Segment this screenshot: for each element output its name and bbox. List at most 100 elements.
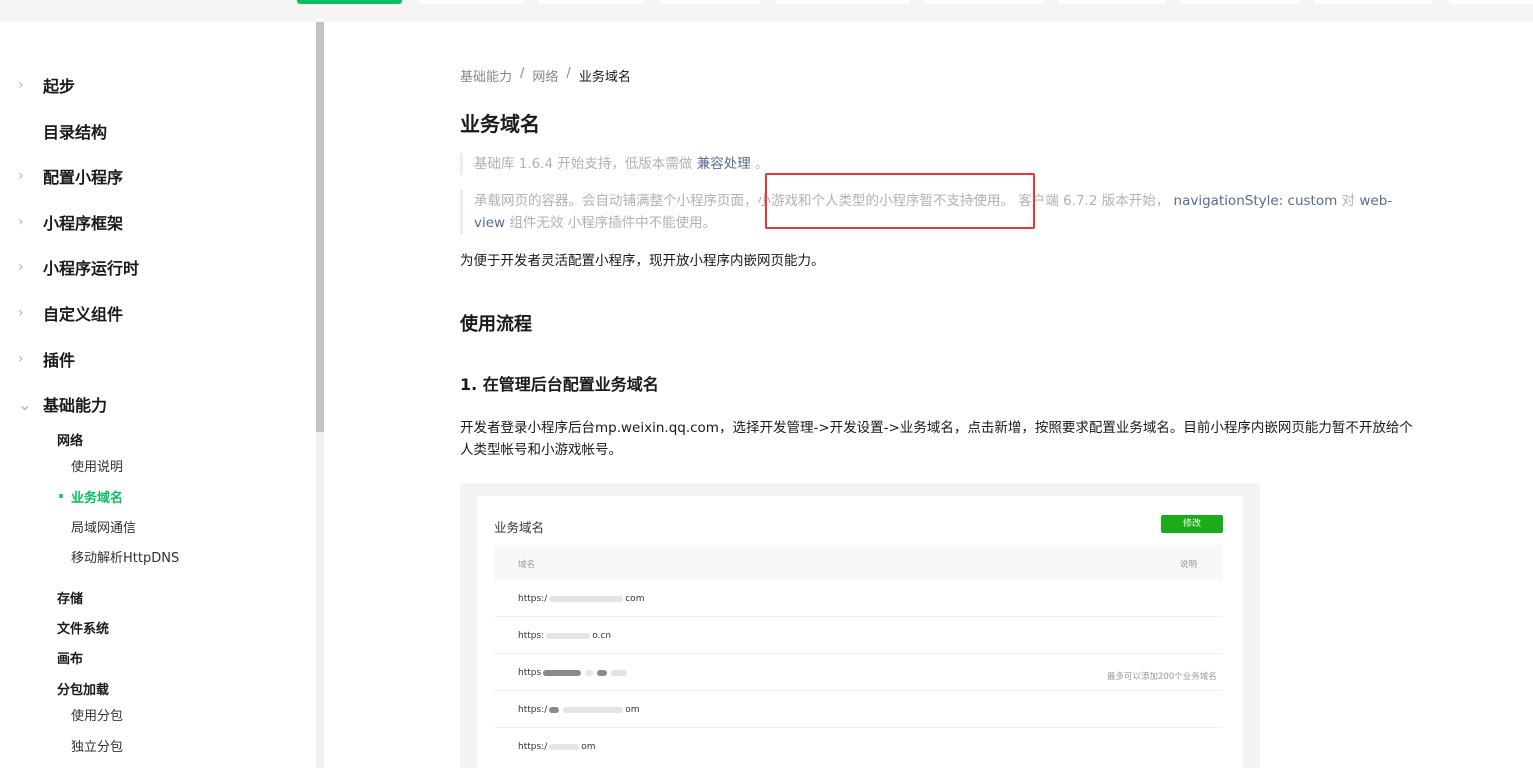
step-paragraph: 开发者登录小程序后台mp.weixin.qq.com，选择开发管理->开发设置-… (460, 420, 1413, 458)
chevron-right-icon: › (18, 351, 24, 367)
domain-suffix: om (625, 705, 640, 715)
top-nav-bar (0, 0, 1533, 22)
blurred-domain (611, 670, 628, 676)
sidebar-group-canvas[interactable]: 画布 (57, 648, 83, 667)
blurred-domain (597, 670, 608, 676)
sidebar-item-config[interactable]: › 配置小程序 (0, 164, 123, 188)
blurred-domain (546, 633, 591, 639)
domain-prefix: https: (518, 631, 545, 641)
breadcrumb: 基础能力 / 网络 / 业务域名 (460, 66, 631, 85)
row-divider (494, 727, 1223, 728)
sidebar-nav: › 起步 目录结构 › 配置小程序 › 小程序框架 › 小程序运行时 › 自定义… (0, 22, 316, 768)
blurred-domain (549, 596, 624, 602)
sidebar-item-plugin[interactable]: › 插件 (0, 347, 75, 371)
blurred-domain (563, 707, 624, 713)
table-row: https: o.cn (518, 631, 611, 641)
breadcrumb-item-basic[interactable]: 基础能力 (460, 66, 512, 85)
blurred-domain (549, 707, 560, 713)
top-tab[interactable] (418, 0, 523, 4)
column-header-domain: 域名 (518, 560, 536, 570)
sidebar-item-directory[interactable]: 目录结构 (0, 119, 107, 143)
note-text: 对 (1337, 193, 1360, 209)
breadcrumb-item-network[interactable]: 网络 (532, 66, 558, 85)
code-navigation-style: navigationStyle: custom (1173, 193, 1338, 209)
top-tab[interactable] (925, 0, 1043, 4)
version-note: 基础库 1.6.4 开始支持，低版本需做 兼容处理 。 (460, 153, 1220, 175)
sidebar-item-usage[interactable]: 使用说明 (71, 456, 123, 475)
sidebar-item-label: 自定义组件 (43, 305, 124, 324)
sidebar-scrollbar-track[interactable] (316, 432, 324, 768)
sidebar-scrollbar-thumb[interactable] (316, 22, 324, 432)
table-row: https:/ om (518, 742, 596, 752)
domain-limit-note: 最多可以添加200个业务域名 (1107, 672, 1217, 682)
top-tab[interactable] (776, 0, 909, 4)
row-divider (494, 690, 1223, 691)
intro-paragraph: 为便于开发者灵活配置小程序，现开放小程序内嵌网页能力。 (460, 253, 825, 269)
domain-prefix: https (518, 668, 542, 678)
sidebar-item-label: 基础能力 (43, 396, 108, 415)
sidebar-item-label: 插件 (43, 351, 76, 370)
domain-suffix: com (625, 594, 645, 604)
chevron-right-icon: › (18, 305, 24, 321)
sidebar-item-start[interactable]: › 起步 (0, 73, 75, 97)
section-title: 使用流程 (460, 314, 532, 335)
chevron-right-icon: › (18, 259, 24, 275)
top-tab[interactable] (1059, 0, 1165, 4)
screenshot-card-title: 业务域名 (494, 520, 545, 535)
breadcrumb-item-current: 业务域名 (578, 70, 631, 85)
chevron-right-icon: › (18, 168, 24, 184)
chevron-down-icon: ⌄ (18, 394, 32, 414)
sidebar-group-network[interactable]: 网络 (57, 430, 83, 449)
blurred-domain (543, 670, 582, 676)
domain-suffix: o.cn (592, 631, 612, 641)
note-text-end: 。 (750, 156, 769, 172)
chevron-right-icon: › (18, 214, 24, 230)
sidebar-item-lan[interactable]: 局域网通信 (71, 517, 136, 536)
column-header-desc: 说明 (1179, 560, 1197, 570)
sidebar-item-httpdns[interactable]: 移动解析HttpDNS (71, 547, 179, 566)
sidebar-item-label: 小程序运行时 (43, 259, 140, 278)
note-text: 客户端 6.7.2 版本开始， (1014, 193, 1174, 209)
sidebar-item-label: 起步 (43, 77, 76, 96)
domain-prefix: https:/ (518, 594, 548, 604)
note-text: 基础库 1.6.4 开始支持，低版本需做 (474, 156, 697, 172)
domain-prefix: https:/ (518, 705, 548, 715)
top-tab[interactable] (1181, 0, 1299, 4)
blurred-domain (549, 744, 580, 750)
sidebar-item-business-domain[interactable]: 业务域名 (58, 487, 123, 506)
sidebar-item-basic-ability[interactable]: ⌄ 基础能力 (0, 392, 107, 416)
sidebar-item-label: 目录结构 (43, 123, 108, 142)
table-header: 域名 说明 (494, 545, 1223, 581)
sidebar-item-independent-subpackage[interactable]: 独立分包 (71, 736, 123, 755)
top-tab[interactable] (660, 0, 760, 4)
note-text: 组件无效 小程序插件中不能使用。 (505, 215, 717, 231)
sidebar-group-storage[interactable]: 存储 (57, 588, 83, 607)
breadcrumb-separator: / (520, 66, 525, 81)
top-tab-active[interactable] (297, 0, 402, 4)
row-divider (494, 616, 1223, 617)
red-highlight-box (765, 173, 1035, 229)
edit-button: 修改 (1161, 515, 1223, 533)
sidebar-item-label: 配置小程序 (43, 168, 124, 187)
sidebar-item-use-subpackage[interactable]: 使用分包 (71, 705, 123, 724)
sidebar-item-runtime[interactable]: › 小程序运行时 (0, 255, 139, 279)
sidebar-group-filesystem[interactable]: 文件系统 (57, 618, 109, 637)
compat-link[interactable]: 兼容处理 (697, 156, 751, 172)
sidebar-item-custom-component[interactable]: › 自定义组件 (0, 301, 123, 325)
table-row: https:/ om (518, 705, 640, 715)
step-title: 1. 在管理后台配置业务域名 (460, 375, 659, 394)
blurred-domain (585, 670, 594, 676)
domain-prefix: https:/ (518, 742, 548, 752)
embedded-screenshot: 业务域名 修改 域名 说明 https:/ com https: o.cn ht… (460, 483, 1260, 768)
table-row: https (518, 668, 629, 678)
sidebar-group-subpackage[interactable]: 分包加载 (57, 679, 109, 698)
screenshot-card: 业务域名 修改 域名 说明 https:/ com https: o.cn ht… (477, 496, 1243, 768)
sidebar-item-label: 小程序框架 (43, 214, 124, 233)
top-tab[interactable] (539, 0, 644, 4)
note-text: 承载网页的容器。会自动铺满整个小程序页面， (474, 193, 758, 209)
table-row: https:/ com (518, 594, 644, 604)
top-tab[interactable] (1449, 0, 1533, 4)
chevron-right-icon: › (18, 77, 24, 93)
sidebar-item-framework[interactable]: › 小程序框架 (0, 210, 123, 234)
top-tab[interactable] (1315, 0, 1433, 4)
